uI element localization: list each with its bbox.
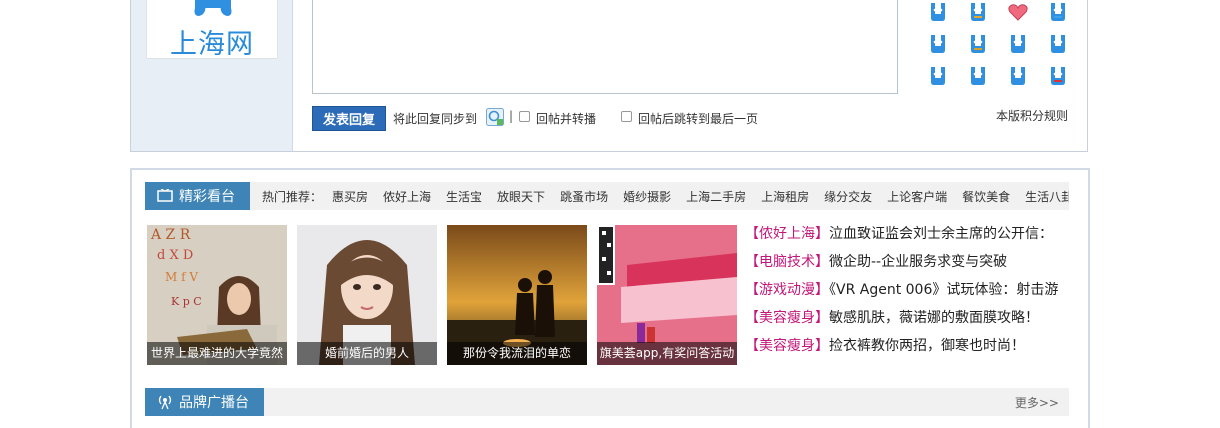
news-category-link[interactable]: 【电脑技术】 — [745, 254, 829, 270]
submit-reply-button[interactable]: 发表回复 — [312, 106, 386, 131]
news-item[interactable]: 【美容瘦身】捡衣裤教你两招，御寒也时尚！ — [745, 336, 1065, 364]
hot-link[interactable]: 侬好上海 — [383, 190, 431, 204]
brand-section-title[interactable]: 品牌广播台 — [145, 388, 264, 416]
brand-title-text: 品牌广播台 — [179, 395, 249, 411]
thumb-card-3[interactable]: 那份令我流泪的单恋 — [447, 225, 587, 365]
svg-text:A Z R: A Z R — [150, 227, 191, 243]
hot-link[interactable]: 婚纱摄影 — [623, 190, 671, 204]
jump-last-page-label: 回帖后跳转到最后一页 — [638, 112, 759, 126]
hot-link[interactable]: 跳蚤市场 — [560, 190, 608, 204]
hot-link[interactable]: 餐饮美食 — [962, 190, 1010, 204]
thumb-card-1[interactable]: A Z R d X D M f V K p C 世界上最难进的大学竟然 — [147, 225, 287, 365]
news-category-link[interactable]: 【侬好上海】 — [745, 226, 829, 242]
separator: | — [509, 109, 514, 123]
hot-link[interactable]: 惠买房 — [332, 190, 368, 204]
news-item[interactable]: 【美容瘦身】敏感肌肤，薇诺娜的敷面膜攻略！ — [745, 308, 1065, 336]
reply-textarea[interactable] — [312, 0, 898, 94]
mascot-icon[interactable] — [968, 2, 988, 22]
svg-text:d X D: d X D — [157, 248, 193, 263]
mascot-logo-icon — [194, 0, 232, 16]
thumb-caption-1: 世界上最难进的大学竟然 — [147, 342, 287, 365]
news-title-link[interactable]: 微企助--企业服务求变与突破 — [829, 254, 1007, 270]
repost-label: 回帖并转播 — [536, 112, 597, 126]
news-list: 【侬好上海】泣血致证监会刘士余主席的公开信： 【电脑技术】微企助--企业服务求变与… — [745, 224, 1065, 364]
tv-icon — [157, 189, 173, 202]
site-logo[interactable]: 上海网 — [146, 0, 278, 59]
mascot-icon[interactable] — [968, 34, 988, 54]
featured-title-text: 精彩看台 — [179, 189, 235, 205]
mascot-icon[interactable] — [1048, 34, 1068, 54]
hot-link[interactable]: 上海租房 — [761, 190, 809, 204]
broadcast-icon — [158, 395, 172, 410]
heart-icon[interactable] — [1008, 2, 1028, 22]
qq-weibo-share-icon[interactable] — [486, 108, 504, 126]
jump-last-page-checkbox[interactable] — [621, 111, 632, 122]
featured-section-title[interactable]: 精彩看台 — [145, 182, 250, 210]
news-item[interactable]: 【侬好上海】泣血致证监会刘士余主席的公开信： — [745, 224, 1065, 252]
hot-link[interactable]: 上论客户端 — [887, 190, 947, 204]
hot-link[interactable]: 上海二手房 — [686, 190, 746, 204]
hot-links: 惠买房 侬好上海 生活宝 放眼天下 跳蚤市场 婚纱摄影 上海二手房 上海租房 缘分交友 上论客户端… — [332, 188, 1069, 205]
news-category-link[interactable]: 【美容瘦身】 — [745, 338, 829, 354]
mascot-icon[interactable] — [1048, 66, 1068, 86]
mascot-icon[interactable] — [928, 2, 948, 22]
hot-link[interactable]: 缘分交友 — [824, 190, 872, 204]
hot-link[interactable]: 生活宝 — [446, 190, 482, 204]
news-item[interactable]: 【电脑技术】微企助--企业服务求变与突破 — [745, 252, 1065, 280]
svg-text:M f V: M f V — [165, 270, 198, 284]
news-category-link[interactable]: 【美容瘦身】 — [745, 310, 829, 326]
svg-text:K p C: K p C — [171, 295, 202, 308]
emoji-grid — [928, 2, 1078, 86]
thumb-card-2[interactable]: 婚前婚后的男人 — [297, 225, 437, 365]
thumb-card-4[interactable]: 旗美荟app,有奖问答活动 — [597, 225, 737, 365]
mascot-icon[interactable] — [1008, 34, 1028, 54]
featured-header: 精彩看台 热门推荐： 惠买房 侬好上海 生活宝 放眼天下 跳蚤市场 婚纱摄影 上海二手房 上海… — [145, 182, 1069, 210]
thumb-caption-4: 旗美荟app,有奖问答活动 — [597, 342, 737, 365]
news-title-link[interactable]: 泣血致证监会刘士余主席的公开信： — [829, 226, 1053, 242]
thumb-caption-3: 那份令我流泪的单恋 — [447, 342, 587, 365]
news-title-link[interactable]: 捡衣裤教你两招，御寒也时尚！ — [829, 338, 1025, 354]
news-category-link[interactable]: 【游戏动漫】 — [745, 282, 829, 298]
mascot-icon[interactable] — [968, 66, 988, 86]
thumb-caption-2: 婚前婚后的男人 — [297, 342, 437, 365]
hot-link[interactable]: 生活八卦 — [1025, 190, 1069, 204]
brand-more-link[interactable]: 更多>> — [1015, 394, 1059, 411]
featured-panel: 精彩看台 热门推荐： 惠买房 侬好上海 生活宝 放眼天下 跳蚤市场 婚纱摄影 上海二手房 上海… — [130, 168, 1090, 428]
mascot-icon[interactable] — [1008, 66, 1028, 86]
hot-recommend-label: 热门推荐： — [262, 190, 323, 204]
brand-header: 品牌广播台 更多>> — [145, 388, 1069, 416]
news-title-link[interactable]: 《VR Agent 006》试玩体验：射击游 — [829, 282, 1058, 298]
reply-panel: 上海网 发表回复 将此回复同步到 | 回帖并转播 回帖后跳转到最后一页 本版积分… — [130, 0, 1088, 152]
hot-link[interactable]: 放眼天下 — [497, 190, 545, 204]
board-points-rules-link[interactable]: 本版积分规则 — [996, 107, 1068, 124]
sync-label: 将此回复同步到 — [393, 112, 478, 126]
logo-text: 上海网 — [170, 29, 254, 59]
mascot-icon[interactable] — [928, 34, 948, 54]
news-title-link[interactable]: 敏感肌肤，薇诺娜的敷面膜攻略！ — [829, 310, 1039, 326]
avatar-column: 上海网 — [131, 0, 293, 151]
repost-checkbox[interactable] — [519, 111, 530, 122]
mascot-icon[interactable] — [1048, 2, 1068, 22]
news-item[interactable]: 【游戏动漫】《VR Agent 006》试玩体验：射击游 — [745, 280, 1065, 308]
mascot-icon[interactable] — [928, 66, 948, 86]
